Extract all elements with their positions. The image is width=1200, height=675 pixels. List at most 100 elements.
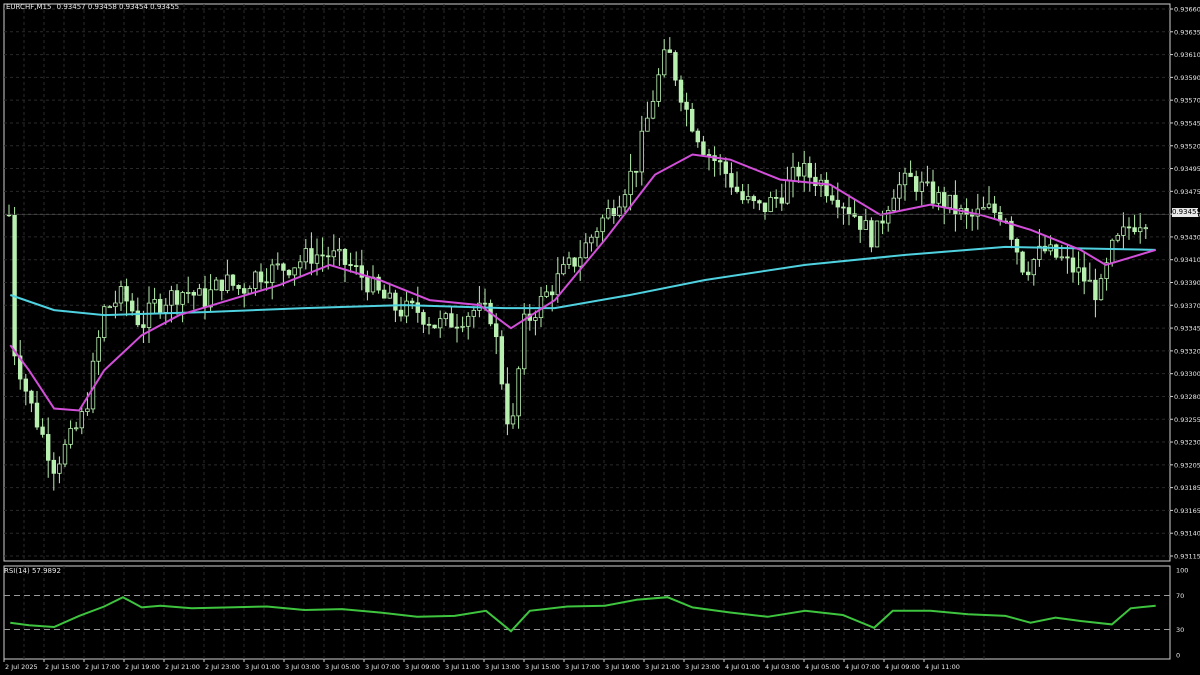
candle-body — [471, 309, 476, 317]
candle-body — [493, 323, 499, 338]
price-tick-label: 0.93635 — [1174, 28, 1200, 36]
candle-body — [701, 141, 706, 155]
candle — [634, 170, 639, 188]
time-tick-label: 2 Jul 2025 — [5, 663, 38, 671]
candle-body — [1121, 226, 1126, 236]
candle — [118, 280, 124, 311]
candle — [874, 220, 880, 248]
candle-body — [790, 166, 796, 181]
candle — [29, 389, 34, 413]
candle — [790, 152, 796, 198]
candle-body — [751, 196, 756, 202]
candle — [723, 157, 728, 188]
candles — [6, 37, 1148, 491]
candle-body — [807, 163, 812, 178]
candle-body — [241, 288, 247, 294]
candle — [387, 283, 392, 299]
candle-body — [102, 306, 107, 338]
time-tick-label: 3 Jul 09:00 — [405, 663, 440, 671]
candle-body — [1087, 279, 1092, 282]
time-tick-label: 2 Jul 21:00 — [165, 663, 200, 671]
chart-canvas[interactable]: 0.93660 0.93635 0.93610 0.93590 0.93570 0.935… — [0, 0, 1200, 675]
candle — [958, 204, 964, 221]
candle-body — [415, 302, 420, 313]
candle-body — [606, 208, 611, 219]
candle-body — [891, 197, 896, 211]
candle — [964, 198, 969, 229]
candle-body — [1132, 227, 1137, 233]
candle — [891, 189, 896, 212]
candle-body — [1076, 267, 1081, 273]
candle-body — [858, 215, 863, 230]
candle-body — [51, 459, 56, 474]
candle — [370, 265, 376, 295]
candle-body — [1082, 267, 1087, 282]
candle — [606, 199, 611, 220]
price-tick-label: 0.93570 — [1174, 97, 1200, 105]
candle-body — [634, 170, 639, 173]
candle-body — [482, 302, 488, 305]
candle-body — [297, 261, 303, 269]
candle — [258, 263, 264, 290]
candle-body — [813, 176, 818, 187]
candle — [751, 194, 756, 209]
candle-body — [40, 426, 45, 435]
candle — [297, 255, 303, 278]
candle — [404, 290, 409, 324]
candle-body — [930, 181, 936, 204]
candle — [1026, 261, 1031, 281]
candle — [611, 199, 616, 224]
candle-body — [1093, 279, 1098, 301]
candle — [398, 296, 404, 322]
candle-body — [802, 163, 807, 177]
candle-body — [169, 290, 174, 306]
candle — [409, 297, 415, 310]
candle-body — [617, 206, 622, 216]
candle-body — [908, 172, 913, 177]
price-tick-label: 0.93475 — [1174, 188, 1200, 196]
time-tick-label: 3 Jul 03:00 — [285, 663, 320, 671]
candle-body — [96, 337, 101, 362]
candle — [662, 39, 667, 78]
candle-body — [309, 248, 314, 264]
ohlc-values: 0.93457 0.93458 0.93454 0.93455 — [56, 3, 180, 11]
candle-body — [594, 231, 600, 238]
candle-body — [846, 207, 852, 215]
candle-body — [157, 299, 163, 313]
candle — [802, 150, 807, 192]
candle — [23, 373, 28, 406]
price-tick-label: 0.93660 — [1174, 6, 1200, 14]
candle-body — [723, 161, 728, 174]
time-tick-label: 4 Jul 07:00 — [845, 663, 880, 671]
candle — [381, 284, 387, 299]
time-tick-label: 2 Jul 15:00 — [45, 663, 80, 671]
candle-body — [774, 196, 779, 199]
candle — [17, 340, 23, 390]
time-tick-label: 3 Jul 05:00 — [325, 663, 360, 671]
candle-body — [533, 317, 538, 321]
candle-body — [505, 383, 510, 425]
candle-body — [1014, 239, 1020, 253]
candle — [886, 205, 891, 232]
candle — [818, 174, 824, 198]
candle — [639, 115, 644, 186]
candle — [1121, 212, 1126, 250]
candle-body — [404, 300, 409, 317]
candle — [807, 156, 812, 192]
candle — [157, 293, 163, 319]
candle — [1009, 216, 1014, 249]
candle-body — [185, 292, 191, 294]
price-tick-label: 0.93115 — [1174, 553, 1200, 561]
candle — [975, 193, 980, 230]
candle-body — [398, 309, 404, 317]
candle — [919, 171, 924, 206]
candle-body — [191, 292, 196, 296]
candle-body — [269, 264, 275, 283]
candle-body — [135, 310, 140, 326]
candle-body — [124, 286, 129, 302]
candle-body — [662, 49, 667, 76]
candle-body — [236, 285, 241, 289]
candle — [1082, 251, 1087, 295]
time-tick-label: 3 Jul 17:00 — [565, 663, 600, 671]
candle — [247, 285, 252, 294]
